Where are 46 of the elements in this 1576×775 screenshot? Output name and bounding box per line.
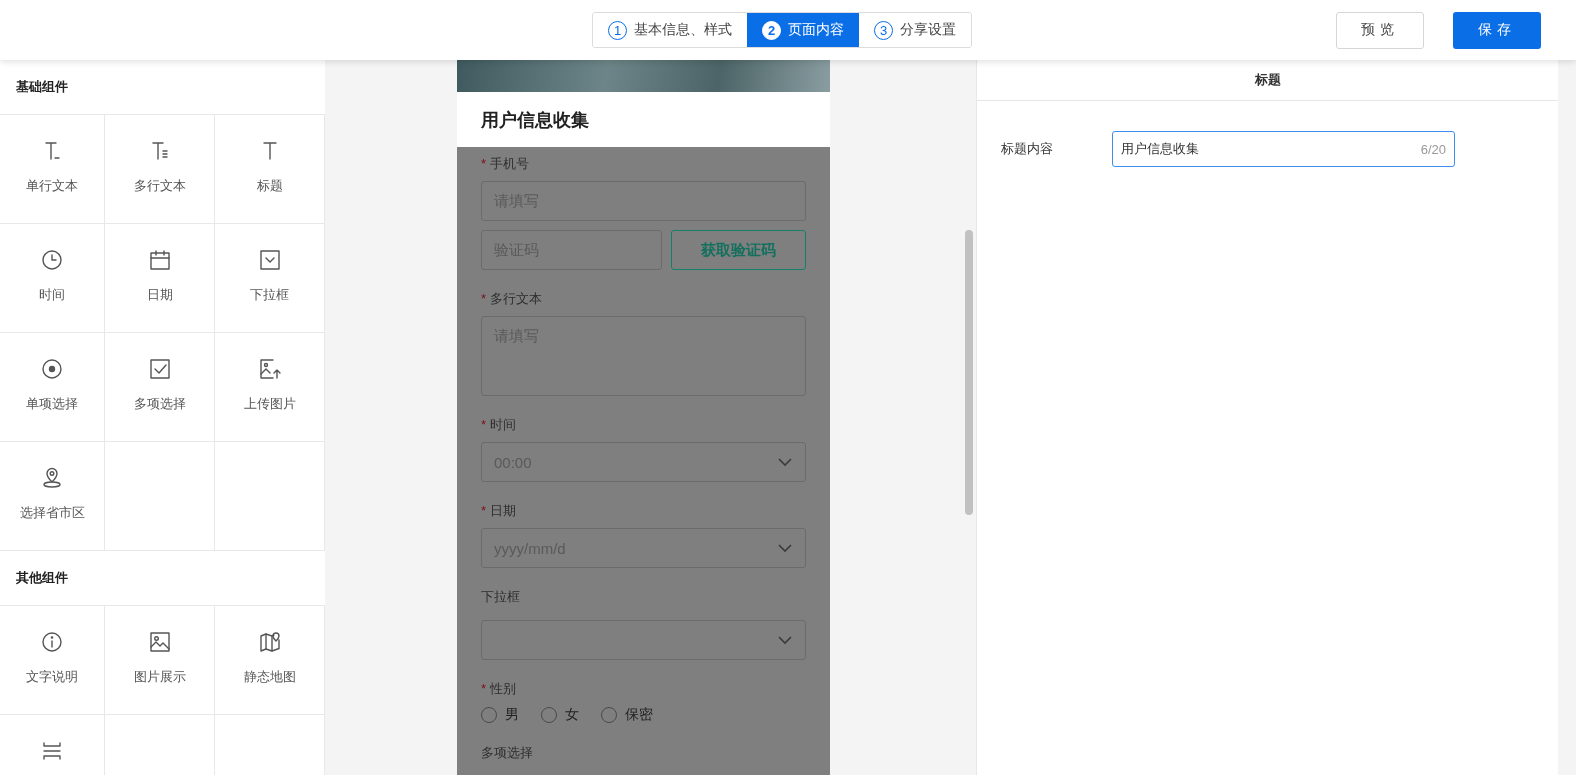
scrollbar-thumb[interactable]: [965, 230, 973, 515]
field-label: 标题内容: [1001, 140, 1054, 158]
component-tile[interactable]: 多行文本: [105, 115, 215, 224]
title-input[interactable]: 用户信息收集 6/20: [1112, 131, 1455, 167]
component-tile[interactable]: 选择省市区: [0, 442, 105, 551]
field-label: 下拉框: [481, 588, 521, 606]
component-tile[interactable]: 时间: [0, 224, 105, 333]
panel-title: 标题: [977, 60, 1558, 101]
component-tile[interactable]: 图片展示: [105, 606, 215, 715]
clock-icon: [40, 248, 64, 272]
component-tile[interactable]: 多项选择: [105, 333, 215, 442]
section-title: 基础组件: [0, 60, 325, 115]
component-tile[interactable]: 上传图片: [215, 333, 325, 442]
image-icon: [147, 630, 172, 654]
select-field[interactable]: [481, 620, 806, 660]
component-tile[interactable]: 下拉框: [215, 224, 325, 333]
field-label: * 日期: [481, 502, 518, 520]
info-icon: [40, 630, 64, 654]
dropdown-icon: [257, 248, 282, 272]
radio-option[interactable]: 男: [481, 706, 519, 724]
section-title: 其他组件: [0, 551, 325, 606]
component-tile[interactable]: 静态地图: [215, 606, 325, 715]
divider-icon: [40, 739, 64, 763]
radio-option[interactable]: 女: [541, 706, 579, 724]
calendar-icon: [147, 248, 172, 272]
image-upload-icon: [257, 357, 282, 381]
preview-button[interactable]: 预览: [1336, 11, 1424, 49]
field-label: * 性别: [481, 680, 518, 698]
component-tile[interactable]: 标题: [215, 115, 325, 224]
location-pin-icon: [40, 466, 64, 490]
field-label: * 手机号: [481, 155, 531, 173]
checkbox-icon: [147, 357, 172, 381]
component-tile[interactable]: 文字说明: [0, 606, 105, 715]
radio-icon: [40, 357, 64, 381]
save-button[interactable]: 保存: [1453, 11, 1541, 49]
field-label: * 时间: [481, 416, 518, 434]
component-tile[interactable]: 单项选择: [0, 333, 105, 442]
form-title[interactable]: 用户信息收集: [457, 92, 830, 147]
field-label: 多项选择: [481, 744, 534, 762]
char-counter: 6/20: [1420, 141, 1446, 157]
field-label: * 多行文本: [481, 290, 544, 308]
component-tile[interactable]: 日期: [105, 224, 215, 333]
component-tile[interactable]: 单行文本: [0, 115, 105, 224]
radio-option[interactable]: 保密: [601, 706, 653, 724]
step-tab[interactable]: 2 页面内容: [747, 13, 859, 47]
map-icon: [257, 630, 282, 654]
